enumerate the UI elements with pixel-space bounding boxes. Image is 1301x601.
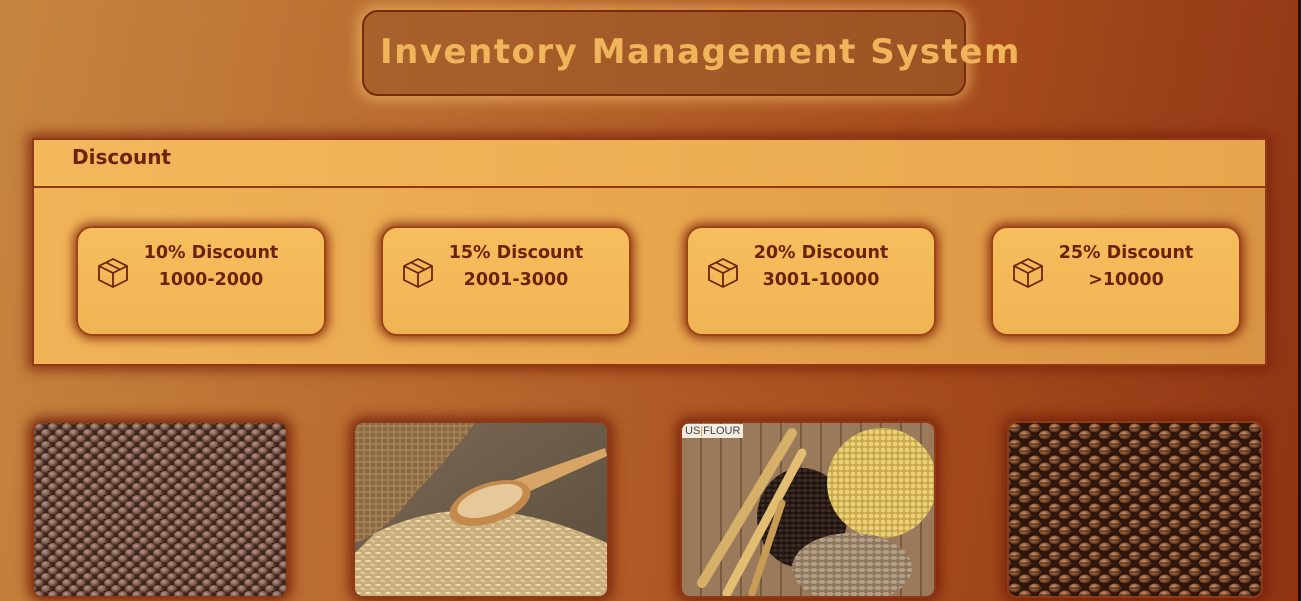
grains-image[interactable]: US|FLOUR <box>680 421 936 598</box>
discount-card-title: 15% Discount <box>448 243 584 263</box>
discount-card-range: 3001-10000 <box>762 270 880 290</box>
discount-card-range: 1000-2000 <box>158 270 264 290</box>
discount-card-range: 2001-3000 <box>463 270 569 290</box>
discount-card-title: 10% Discount <box>143 243 279 263</box>
discount-card-10[interactable]: 10% Discount 1000-2000 <box>76 226 326 336</box>
rice-graphic <box>355 423 607 596</box>
rice-image[interactable] <box>353 421 609 598</box>
discount-card-title: 25% Discount <box>1058 243 1194 263</box>
box-icon <box>403 258 433 288</box>
discount-panel-header: Discount <box>34 140 1265 188</box>
box-icon <box>708 258 738 288</box>
grains-graphic <box>682 423 934 596</box>
discount-panel: Discount 10% Discount 1000-2000 15% Disc… <box>32 138 1267 366</box>
title-banner: Inventory Management System <box>362 10 1019 96</box>
box-icon <box>1013 258 1043 288</box>
box-icon <box>98 258 128 288</box>
page-title: Inventory Management System <box>380 32 1021 72</box>
discount-card-25[interactable]: 25% Discount >10000 <box>991 226 1241 336</box>
discount-card-15[interactable]: 15% Discount 2001-3000 <box>381 226 631 336</box>
discount-panel-title: Discount <box>72 145 171 169</box>
flour-brand-label: US|FLOUR <box>682 424 744 438</box>
lentils-graphic <box>34 423 286 596</box>
discount-card-title: 20% Discount <box>753 243 889 263</box>
coffee-beans-graphic <box>1009 423 1261 596</box>
coffee-beans-image[interactable] <box>1007 421 1263 598</box>
discount-card-20[interactable]: 20% Discount 3001-10000 <box>686 226 936 336</box>
discount-card-range: >10000 <box>1088 270 1164 290</box>
lentils-image[interactable] <box>32 421 288 598</box>
